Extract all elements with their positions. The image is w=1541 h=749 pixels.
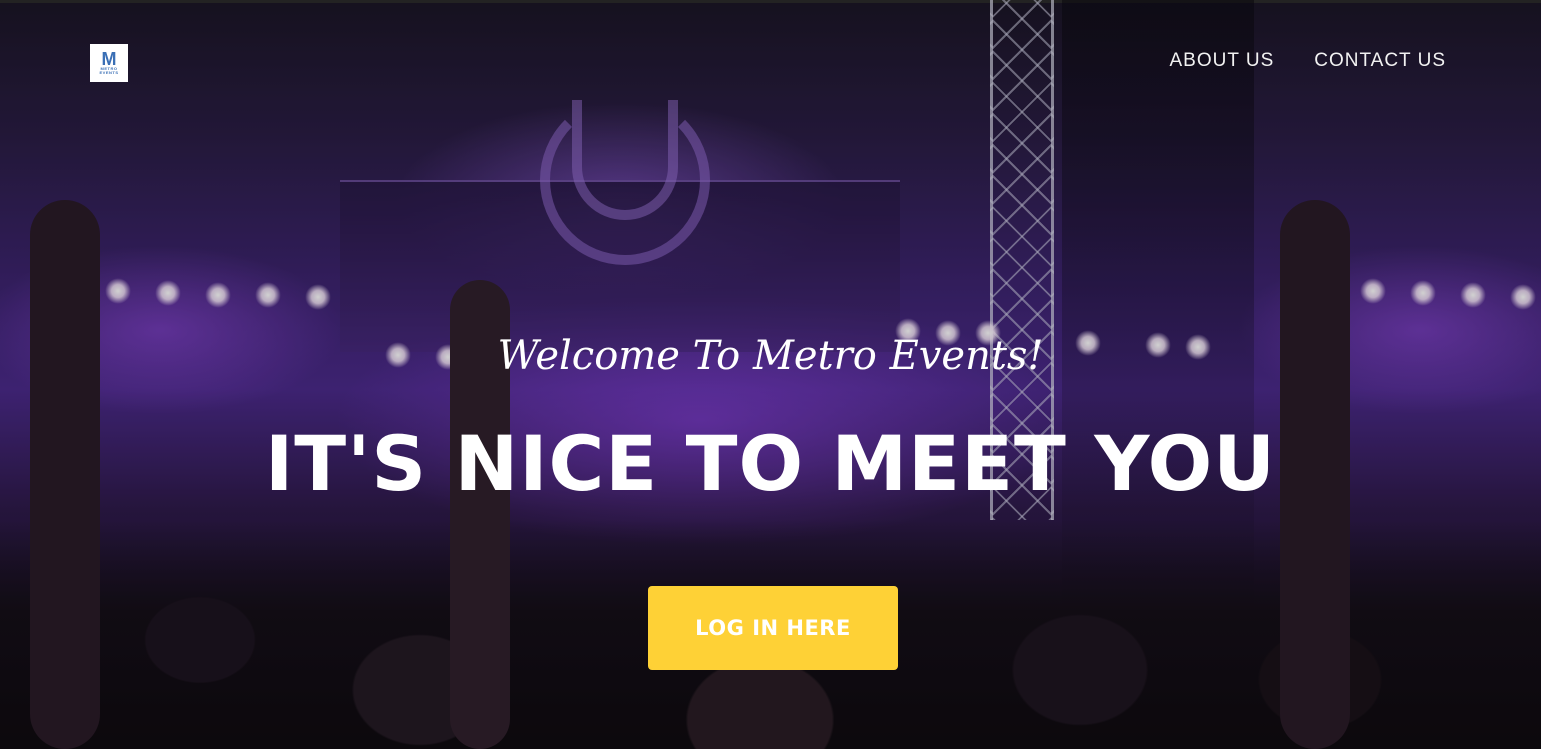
logo-mark: M [101,49,117,69]
login-button[interactable]: LOG IN HERE [648,586,898,670]
hero-subheading: Welcome To Metro Events! [497,333,1044,379]
nav-contact-us[interactable]: CONTACT US [1314,50,1446,72]
nav-about-us[interactable]: ABOUT US [1169,50,1274,72]
main-nav: ABOUT US CONTACT US [1169,50,1446,72]
hero-section: M METRO EVENTS ABOUT US CONTACT US Welco… [0,0,1541,749]
hero-heading: IT'S NICE TO MEET YOU [265,419,1276,508]
logo-text-line2: EVENTS [99,70,119,75]
metro-events-logo[interactable]: M METRO EVENTS [90,44,128,82]
